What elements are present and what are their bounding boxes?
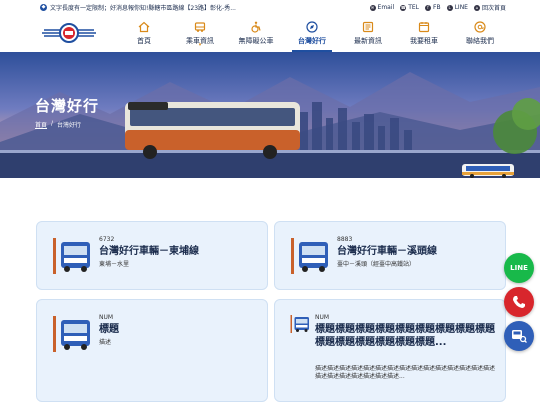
top-links: ✉ Email ☎ TEL f FB L LINE ⌂ 回次首頁 (369, 3, 506, 12)
dropdown-caret-icon: ▾ (198, 42, 202, 48)
company-logo[interactable] (42, 22, 96, 44)
email-link[interactable]: ✉ Email (369, 3, 394, 12)
nav-item-home[interactable]: 首頁 (116, 14, 172, 52)
nav-item-bus-info[interactable]: 乘車資訊 ▾ (172, 14, 228, 52)
route-title: 標題標題標題標題標題標題標題標題標題標題標題標題標題標題標題... (315, 324, 495, 348)
breadcrumb: 首頁 / 台灣好行 (35, 120, 81, 129)
breadcrumb-separator: / (51, 120, 54, 127)
nav-item-contact[interactable]: 聯絡我們 (452, 14, 508, 52)
route-card[interactable]: 8883 台灣好行車輛－溪頭線 臺中－溪頭（經臺中高鐵站） (274, 221, 506, 290)
home-return-link[interactable]: ⌂ 回次首頁 (473, 3, 506, 12)
route-number: NUM (99, 314, 114, 321)
email-icon: ✉ (369, 4, 376, 11)
announcement-icon: ◆ (40, 4, 47, 11)
bus-stop-icon (53, 316, 90, 352)
bus-search-float-button[interactable] (504, 321, 534, 351)
nav-item-news[interactable]: 最新資訊 (340, 14, 396, 52)
compass-icon (306, 20, 318, 33)
route-card[interactable]: 6732 台灣好行車輛－東埔線 東埔－水里 (36, 221, 268, 290)
main-nav: 首頁 乘車資訊 ▾ 無障礙公車 台灣好行 最新資訊 我要租車 聯絡我們 (0, 14, 540, 52)
news-icon (362, 21, 374, 32)
route-title: 標題 (99, 324, 119, 335)
facebook-icon: f (425, 4, 431, 11)
bus-stop-icon (291, 238, 328, 274)
home-icon (138, 21, 150, 32)
route-description: 描述描述描述描述描述描述描述描述描述描述描述描述描述描述描述描述描述描述描述描述… (315, 365, 495, 380)
line-icon: L (446, 4, 453, 11)
nav-item-taiwan-tourist-shuttle[interactable]: 台灣好行 (284, 14, 340, 52)
bus-search-icon (512, 330, 527, 343)
line-link[interactable]: L LINE (446, 3, 468, 12)
nav-item-rent[interactable]: 我要租車 (396, 14, 452, 52)
route-title: 台灣好行車輛－溪頭線 (337, 246, 437, 257)
route-title: 台灣好行車輛－東埔線 (99, 246, 199, 257)
route-card[interactable]: NUM 標題 描述 (36, 299, 268, 402)
bus-info-icon (194, 21, 206, 32)
breadcrumb-current: 台灣好行 (57, 122, 82, 129)
route-description: 描述 (99, 339, 112, 346)
rent-icon (418, 21, 430, 32)
page-title: 台灣好行 (35, 97, 100, 115)
nav-menu: 首頁 乘車資訊 ▾ 無障礙公車 台灣好行 最新資訊 我要租車 聯絡我們 (116, 14, 508, 52)
small-bus-illustration (462, 164, 514, 178)
announcement-text[interactable]: 文字長度有一定限制；好消息報你知!縣轄市區路線【23路】彰化-秀... (50, 3, 236, 12)
fb-link[interactable]: f FB (425, 3, 441, 12)
breadcrumb-home[interactable]: 首頁 (35, 120, 47, 129)
wheelchair-icon (251, 21, 261, 33)
nav-item-accessible-bus[interactable]: 無障礙公車 (228, 14, 284, 52)
bus-stop-icon (290, 315, 309, 333)
home-icon: ⌂ (473, 4, 480, 11)
route-number: NUM (315, 314, 330, 321)
phone-float-button[interactable] (504, 287, 534, 317)
route-number: 8883 (337, 236, 353, 243)
line-icon: LINE (510, 264, 528, 272)
contact-icon (474, 20, 486, 33)
route-description: 臺中－溪頭（經臺中高鐵站） (337, 261, 416, 268)
content-area: 6732 台灣好行車輛－東埔線 東埔－水里 8883 台灣好行車輛－溪頭線 臺中… (0, 178, 540, 405)
route-number: 6732 (99, 236, 115, 243)
announcement-marquee[interactable]: ◆ 文字長度有一定限制；好消息報你知!縣轄市區路線【23路】彰化-秀... (40, 3, 236, 12)
line-float-button[interactable]: LINE (504, 253, 534, 283)
route-description: 東埔－水里 (99, 261, 130, 268)
bus-stop-icon (53, 238, 90, 274)
phone-icon: ☎ (400, 4, 407, 11)
hero-banner: 台灣好行 首頁 / 台灣好行 (0, 52, 540, 178)
route-card[interactable]: NUM 標題標題標題標題標題標題標題標題標題標題標題標題標題標題標題... 描述… (274, 299, 506, 402)
top-bar: ◆ 文字長度有一定限制；好消息報你知!縣轄市區路線【23路】彰化-秀... ✉ E… (0, 0, 540, 14)
phone-icon (513, 296, 525, 308)
tel-link[interactable]: ☎ TEL (400, 3, 419, 12)
